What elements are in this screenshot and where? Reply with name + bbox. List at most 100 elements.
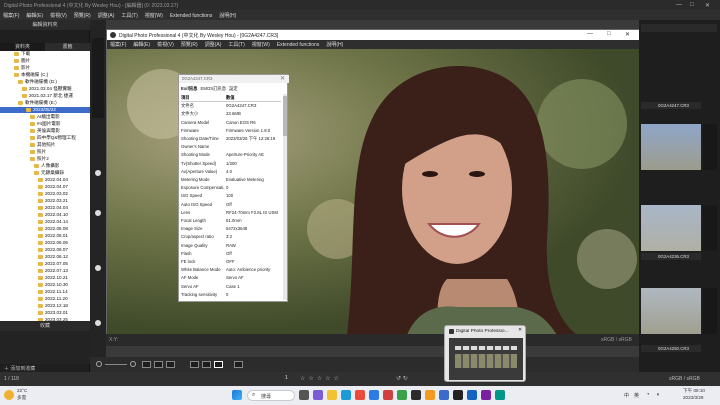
folder-tree-item[interactable]: 2022.07.05 — [0, 261, 90, 267]
menu-preview[interactable]: 預覽(R) — [74, 12, 91, 19]
menu-adjust[interactable]: 調整(A) — [98, 12, 115, 19]
folder-tree-item[interactable]: 圖片 — [0, 58, 90, 64]
weather-icon[interactable] — [4, 390, 14, 400]
app-icon[interactable] — [467, 390, 477, 400]
zoom-slider[interactable] — [105, 364, 127, 365]
folder-tree-item[interactable]: 影片 — [0, 65, 90, 71]
close-icon[interactable]: ✕ — [705, 2, 710, 9]
clock-date[interactable]: 2023/3/29 — [683, 395, 703, 400]
language-indicator[interactable]: 中 — [624, 392, 629, 399]
folder-tree-item[interactable]: 2022.06.05 — [0, 240, 90, 246]
menu-file[interactable]: 檔案(F) — [3, 12, 19, 19]
clock-time[interactable]: 下午 08:10 — [683, 388, 705, 394]
folder-tree-item[interactable]: 2022.10.30 — [0, 282, 90, 288]
maximize-icon[interactable]: □ — [690, 2, 694, 8]
close-icon[interactable]: ✕ — [518, 327, 522, 333]
compare-button[interactable] — [234, 361, 243, 368]
rotate-icons[interactable]: ↺ ↻ — [396, 375, 436, 383]
close-icon[interactable]: ✕ — [625, 31, 630, 38]
folder-tree-item[interactable]: 2023/05/22 — [0, 107, 90, 113]
tab-iptc[interactable]: EMOS訂訊息 — [200, 86, 226, 92]
tab-bookmarks[interactable]: 書籤 — [45, 43, 90, 51]
folder-tree-item[interactable]: 2022.11.14 — [0, 289, 90, 295]
folder-tree-item[interactable]: 軟件磁碟機 (D:) — [0, 79, 90, 85]
folder-tree-item[interactable]: AI繪出電影 — [0, 114, 90, 120]
view-mode-button[interactable] — [190, 361, 199, 368]
taskbar-search[interactable]: ⌕ 搜尋 — [247, 390, 295, 401]
menu-tools[interactable]: 工具(T) — [121, 12, 137, 19]
menu-help[interactable]: 說明(H) — [326, 41, 343, 48]
folder-tree-item[interactable]: 2022.11.20 — [0, 296, 90, 302]
app-icon[interactable] — [439, 390, 449, 400]
explorer-icon[interactable] — [327, 390, 337, 400]
folder-tree-item[interactable]: 下載 — [0, 51, 90, 57]
menu-adjust[interactable]: 調整(A) — [205, 41, 222, 48]
folder-tree-item[interactable]: 2022.04.04 — [0, 205, 90, 211]
folder-tree-item[interactable]: 2022.12.18 — [0, 303, 90, 309]
folder-tree-item[interactable]: 2022.06.12 — [0, 254, 90, 260]
view-mode-button[interactable] — [214, 361, 223, 368]
folder-tree-item[interactable]: 其他照片 — [0, 142, 90, 148]
close-icon[interactable]: ✕ — [280, 75, 285, 82]
thumbnail-image[interactable] — [641, 124, 701, 170]
store-icon[interactable] — [369, 390, 379, 400]
check-icon[interactable] — [95, 170, 101, 176]
menu-edit[interactable]: 編輯(E) — [133, 41, 150, 48]
menu-view[interactable]: 檢視(V) — [50, 12, 67, 19]
check-icon[interactable] — [95, 320, 101, 326]
folder-tree-item[interactable]: 2021.03.04 怪獸實驗 — [0, 86, 90, 92]
folder-tree-item[interactable]: 照片2 — [0, 156, 90, 162]
tab-settings[interactable]: 設定 — [229, 86, 238, 92]
menu-tools[interactable]: 工具(T) — [228, 41, 244, 48]
start-icon[interactable] — [232, 390, 242, 400]
folder-tree-item[interactable]: 2021.03.17 新北 捷運 — [0, 93, 90, 99]
image-viewer[interactable]: 0G2A4247.CR3 ✕ Exif訊息 EMOS訂訊息 設定 項目 數值 文件名… — [107, 49, 640, 335]
dpp-icon[interactable] — [453, 390, 463, 400]
maximize-icon[interactable]: □ — [607, 31, 611, 37]
app-icon[interactable] — [397, 390, 407, 400]
check-icon[interactable] — [95, 265, 101, 271]
edge-icon[interactable] — [341, 390, 351, 400]
app-icon[interactable] — [425, 390, 435, 400]
folder-tree-item[interactable]: 人像攝影 — [0, 163, 90, 169]
folder-tree-item[interactable]: 2022.06.07 — [0, 247, 90, 253]
edit-folder-header[interactable]: 編輯資料夾 — [0, 20, 90, 30]
folder-tree-item[interactable]: 2023.03.01 — [0, 310, 90, 316]
menu-window[interactable]: 視窗(W) — [145, 12, 163, 19]
popup-thumbnail[interactable] — [449, 338, 523, 380]
minimize-icon[interactable]: — — [587, 31, 593, 37]
tab-folders[interactable]: 資料夾 — [0, 43, 45, 51]
folder-tree[interactable]: 下載 圖片 影片 本機磁碟 (C:) 軟件磁碟機 (D:) 2021.03.04 怪獸實驗… — [0, 51, 90, 331]
minimize-icon[interactable]: — — [676, 2, 682, 8]
folder-tree-item[interactable]: 2022.06.01 — [0, 233, 90, 239]
folder-tree-item[interactable]: 本機磁碟 (C:) — [0, 72, 90, 78]
view-mode-button[interactable] — [166, 361, 175, 368]
folder-tree-item[interactable]: 2022.03.21 — [0, 198, 90, 204]
folder-tree-item[interactable]: #4國片電影 — [0, 121, 90, 127]
thumbnail-image[interactable] — [641, 205, 701, 251]
menu-view[interactable]: 檢視(V) — [157, 41, 174, 48]
folder-tree-item[interactable]: 2022.04.04 — [0, 177, 90, 183]
menu-preview[interactable]: 預覽(R) — [181, 41, 198, 48]
folder-tree-item[interactable]: 元錦桑攝錄 — [0, 170, 90, 176]
volume-icon[interactable]: ◖ — [656, 392, 660, 398]
folder-tree-item[interactable]: 軟件磁碟機 (E:) — [0, 100, 90, 106]
menu-help[interactable]: 說明(H) — [219, 12, 236, 19]
zoom-out-icon[interactable] — [96, 361, 102, 367]
thumbnail-image[interactable] — [641, 288, 701, 334]
menu-window[interactable]: 視窗(W) — [252, 41, 270, 48]
app-icon[interactable] — [411, 390, 421, 400]
wifi-icon[interactable]: ◔ — [646, 392, 650, 398]
view-mode-button[interactable] — [202, 361, 211, 368]
folder-tree-item[interactable]: 2022.10.21 — [0, 275, 90, 281]
folder-tree-item[interactable]: 2022.04.14 — [0, 219, 90, 225]
tab-exif[interactable]: Exif訊息 — [181, 86, 197, 92]
folder-tree-item[interactable]: 2022.07.13 — [0, 268, 90, 274]
rating-controls[interactable]: ☆☆☆☆☆ — [300, 375, 390, 383]
menu-extended[interactable]: Extended functions — [170, 13, 213, 19]
folder-tree-item[interactable]: 2022.03.02 — [0, 191, 90, 197]
app-icon[interactable] — [481, 390, 491, 400]
scrollbar-thumb[interactable] — [283, 96, 287, 136]
info-scrollbar[interactable] — [283, 94, 287, 300]
zoom-in-icon[interactable] — [130, 361, 136, 367]
